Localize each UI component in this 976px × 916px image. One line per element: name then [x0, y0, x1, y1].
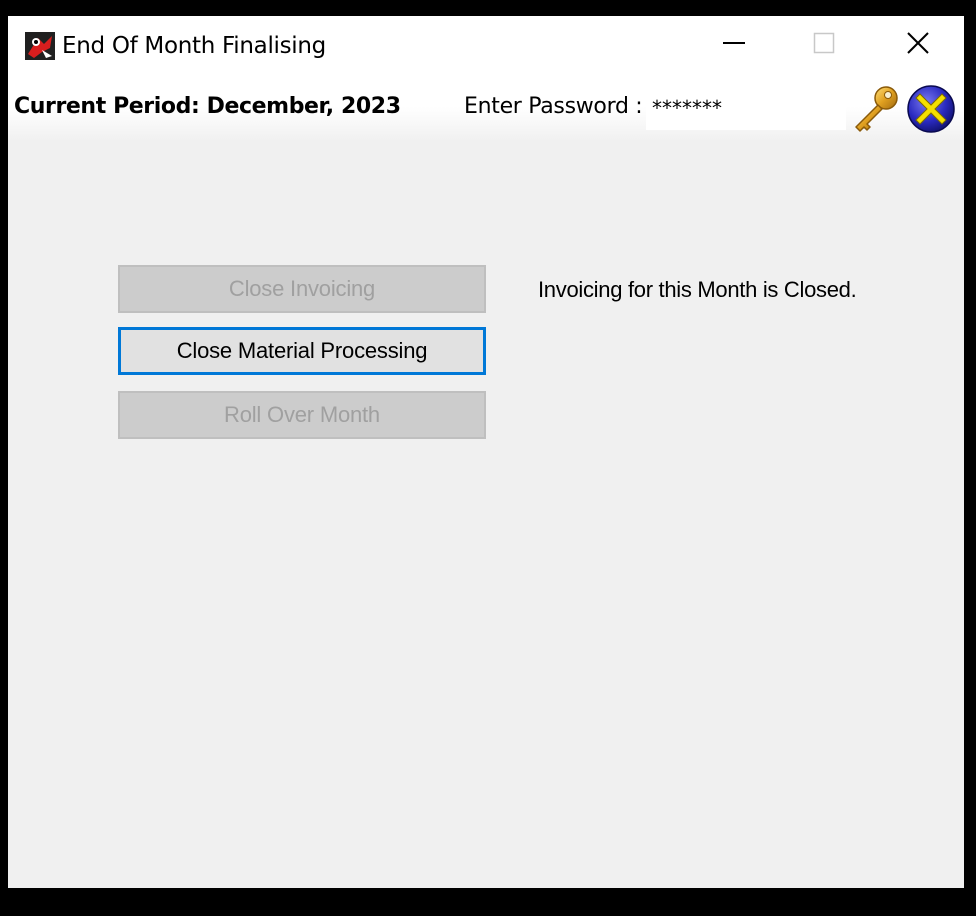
maximize-icon [813, 32, 835, 59]
header-strip: Current Period: December, 2023 Enter Pas… [8, 78, 964, 142]
minimize-button[interactable] [688, 16, 780, 74]
end-of-month-window: End Of Month Finalising Current Period: … [8, 16, 964, 888]
window-title: End Of Month Finalising [62, 33, 326, 59]
key-icon[interactable] [850, 84, 902, 132]
current-period-label: Current Period: December, 2023 [14, 94, 401, 119]
minimize-icon [722, 31, 746, 60]
roll-over-month-button[interactable]: Roll Over Month [118, 391, 486, 439]
close-window-button[interactable] [872, 16, 964, 74]
password-field[interactable] [646, 86, 846, 130]
app-logo-icon [24, 30, 56, 62]
title-bar[interactable]: End Of Month Finalising [8, 16, 964, 78]
cancel-icon[interactable] [906, 84, 956, 134]
close-invoicing-button[interactable]: Close Invoicing [118, 265, 486, 313]
maximize-button[interactable] [778, 16, 870, 74]
close-icon [906, 31, 930, 60]
invoicing-status-message: Invoicing for this Month is Closed. [538, 277, 857, 302]
password-label: Enter Password : [464, 94, 643, 119]
close-material-processing-button[interactable]: Close Material Processing [118, 327, 486, 375]
